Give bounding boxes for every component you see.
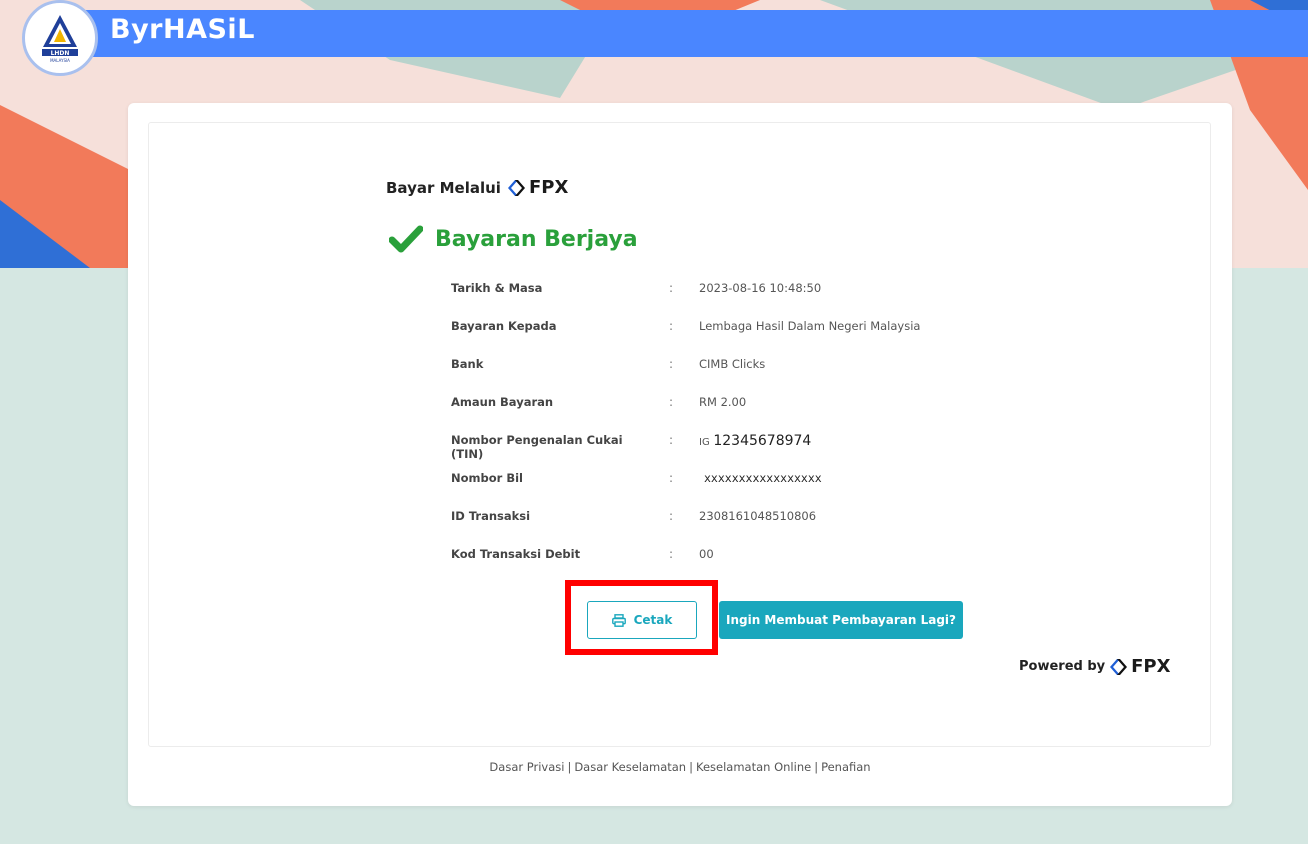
detail-label: Bayaran Kepada [451,319,557,333]
detail-value: 2308161048510806 [699,509,817,523]
detail-label: Amaun Bayaran [451,395,554,409]
logo-subtext: MALAYSIA [50,58,70,63]
tin-number: 12345678974 [713,433,812,449]
detail-value: xxxxxxxxxxxxxxxxx [699,471,822,485]
print-button-label: Cetak [633,613,673,627]
fpx-logo: FPX [503,177,568,198]
print-button[interactable]: Cetak [587,601,697,639]
detail-label: Kod Transaksi Debit [451,547,581,561]
app-title: ByrHASiL [110,14,255,45]
receipt-card: Bayar Melalui FPX Bayaran Berjaya Tarikh… [128,103,1232,806]
footer-link-security[interactable]: Dasar Keselamatan [574,760,686,774]
logo-text: LHDN [51,50,70,57]
fpx-chevron-icon [507,179,525,196]
detail-separator: : [669,509,674,523]
pay-via-heading: Bayar Melalui FPX [386,177,568,198]
fpx-chevron-icon [1110,658,1128,675]
status-title: Bayaran Berjaya [435,226,638,252]
footer-separator: | [567,760,572,774]
detail-label: Nombor Pengenalan Cukai (TIN) [451,433,623,461]
lhdn-emblem-icon: LHDN MALAYSIA [27,5,93,71]
detail-label: Bank [451,357,484,371]
printer-icon [611,613,626,627]
footer-separator: | [689,760,693,774]
detail-separator: : [669,281,674,295]
powered-fpx-text: FPX [1131,656,1171,677]
tin-prefix: IG [699,437,710,448]
pay-again-button[interactable]: Ingin Membuat Pembayaran Lagi? [719,601,963,639]
powered-fpx-logo: FPX [1105,656,1171,677]
detail-row-amount: Amaun Bayaran : RM 2.00 [149,395,1210,417]
footer-link-online-security[interactable]: Keselamatan Online [696,760,811,774]
bill-number: xxxxxxxxxxxxxxxxx [704,471,822,485]
detail-row-debit-code: Kod Transaksi Debit : 00 [149,547,1210,569]
detail-value: 00 [699,547,714,561]
detail-label: Nombor Bil [451,471,523,485]
detail-value: IG 12345678974 [699,433,811,449]
detail-separator: : [669,395,674,409]
detail-separator: : [669,357,674,371]
detail-separator: : [669,547,674,561]
lhdn-logo[interactable]: LHDN MALAYSIA [22,0,98,76]
detail-value: 2023-08-16 10:48:50 [699,281,822,295]
detail-row-transaction-id: ID Transaksi : 2308161048510806 [149,509,1210,531]
fpx-text: FPX [528,177,569,198]
powered-by: Powered by FPX [1019,656,1171,677]
detail-value: CIMB Clicks [699,357,766,371]
footer-link-privacy[interactable]: Dasar Privasi [489,760,564,774]
detail-label: Tarikh & Masa [451,281,543,295]
detail-label: ID Transaksi [451,509,531,523]
powered-by-text: Powered by [1019,659,1106,674]
receipt-panel: Bayar Melalui FPX Bayaran Berjaya Tarikh… [148,122,1211,747]
detail-row-date: Tarikh & Masa : 2023-08-16 10:48:50 [149,281,1210,303]
checkmark-icon [389,225,423,253]
detail-row-tin: Nombor Pengenalan Cukai (TIN) : IG 12345… [149,433,1210,461]
detail-row-bill: Nombor Bil : xxxxxxxxxxxxxxxxx [149,471,1210,493]
footer-links: Dasar Privasi | Dasar Keselamatan | Keselama… [128,760,1232,774]
detail-separator: : [669,319,674,333]
detail-value: RM 2.00 [699,395,747,409]
pay-via-text: Bayar Melalui [386,178,501,197]
status-block: Bayaran Berjaya [389,225,638,253]
detail-row-bank: Bank : CIMB Clicks [149,357,1210,379]
detail-value: Lembaga Hasil Dalam Negeri Malaysia [699,319,921,333]
top-header: LHDN MALAYSIA ByrHASiL [0,0,1308,76]
detail-separator: : [669,471,674,485]
detail-row-payee: Bayaran Kepada : Lembaga Hasil Dalam Neg… [149,319,1210,341]
detail-separator: : [669,433,674,447]
footer-separator: | [814,760,819,774]
footer-link-disclaimer[interactable]: Penafian [821,760,871,774]
